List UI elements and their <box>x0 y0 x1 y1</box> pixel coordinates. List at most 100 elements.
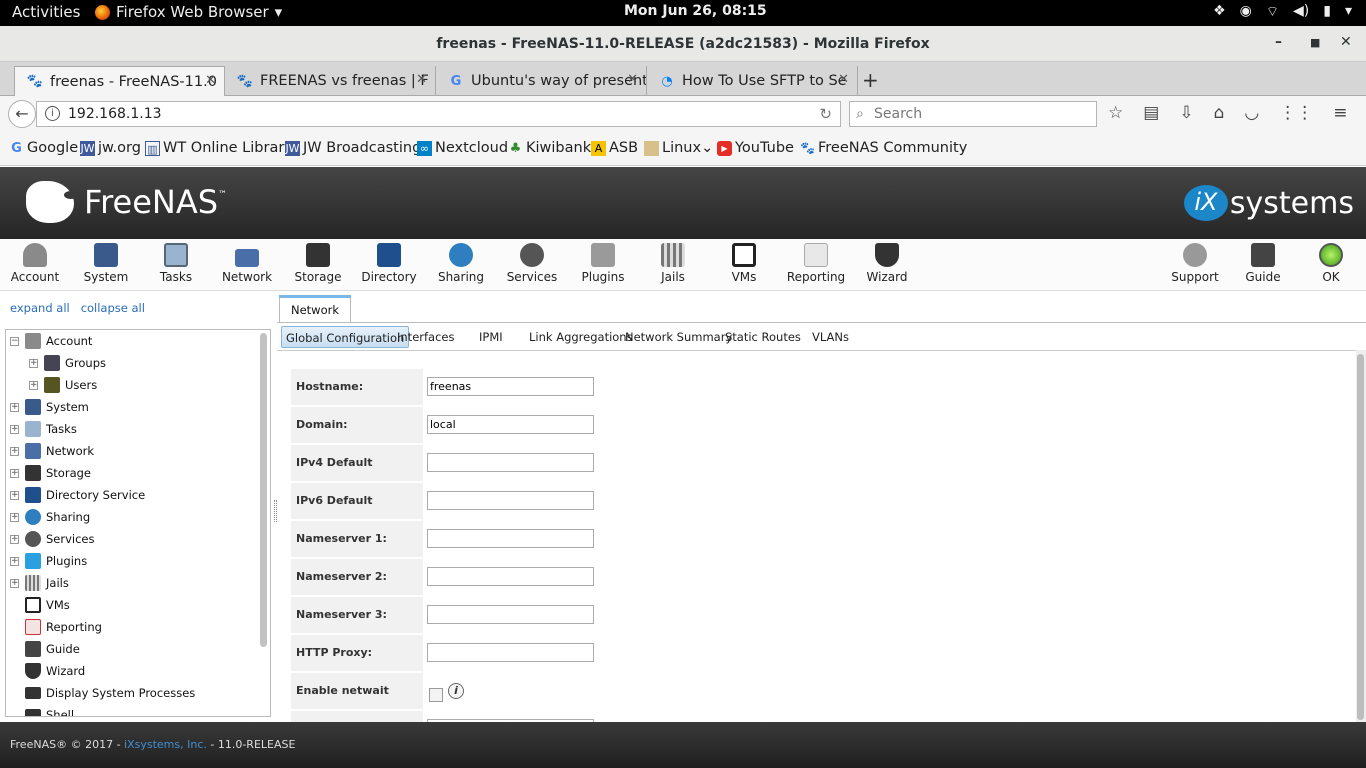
toolbar-account[interactable]: Account <box>0 243 70 284</box>
bookmark-nextcloud[interactable]: ∞ Nextcloud <box>417 140 508 156</box>
expand-toggle-icon[interactable]: + <box>10 556 19 566</box>
collapse-toggle-icon[interactable]: − <box>10 336 19 346</box>
apps-grid-icon[interactable]: ⋮⋮ <box>1279 103 1313 123</box>
expand-toggle-icon[interactable]: + <box>29 380 38 390</box>
toolbar-system[interactable]: System <box>71 243 141 284</box>
expand-toggle-icon[interactable]: + <box>10 446 19 456</box>
tree-node-users[interactable]: + Users <box>29 374 97 396</box>
expand-all-link[interactable]: expand all <box>10 301 70 315</box>
search-input[interactable]: ⌕ Search <box>849 101 1097 127</box>
reload-icon[interactable]: ↻ <box>819 102 832 126</box>
subtab-vlans[interactable]: VLANs <box>812 326 849 348</box>
back-button[interactable]: ← <box>8 100 36 128</box>
bookmark-star-icon[interactable]: ☆ <box>1108 103 1123 123</box>
nameserver-3-input[interactable] <box>427 605 594 624</box>
browser-tab-sftp[interactable]: ◔ How To Use SFTP to Se ✕ <box>647 66 858 96</box>
ixsystems-logo[interactable]: iX systems <box>1183 185 1354 221</box>
activities-button[interactable]: Activities <box>12 3 80 21</box>
tree-node-network[interactable]: + Network <box>10 440 94 462</box>
tree-node-directory-service[interactable]: + Directory Service <box>10 484 145 506</box>
help-info-icon[interactable]: i <box>448 683 464 699</box>
expand-toggle-icon[interactable]: + <box>10 534 19 544</box>
form-scrollbar[interactable] <box>1356 350 1366 722</box>
toolbar-services[interactable]: Services <box>497 243 567 284</box>
toolbar-ok-status[interactable]: OK <box>1296 243 1366 284</box>
bookmark-youtube[interactable]: ▶ YouTube <box>717 140 794 156</box>
tree-node-guide[interactable]: Guide <box>25 638 80 660</box>
tree-node-sharing[interactable]: + Sharing <box>10 506 90 528</box>
record-icon[interactable]: ◉ <box>1240 3 1252 21</box>
dropbox-icon[interactable]: ❖ <box>1213 3 1226 21</box>
tree-node-wizard[interactable]: Wizard <box>25 660 85 682</box>
maximize-icon[interactable]: ■ <box>1310 36 1320 49</box>
new-tab-button[interactable]: + <box>862 68 879 92</box>
tree-node-storage[interactable]: + Storage <box>10 462 91 484</box>
subtab-interfaces[interactable]: Interfaces <box>397 326 454 348</box>
toolbar-support[interactable]: Support <box>1160 243 1230 284</box>
tree-node-reporting[interactable]: Reporting <box>25 616 102 638</box>
browser-tab-freenas[interactable]: 🐾 freenas - FreeNAS-11.0 ✕ <box>14 66 225 96</box>
tree-node-shell[interactable]: Shell <box>25 704 74 716</box>
bookmark-kiwibank[interactable]: ♣ Kiwibank <box>508 140 591 156</box>
netwait-checkbox[interactable] <box>429 688 443 702</box>
tree-node-services[interactable]: + Services <box>10 528 95 550</box>
subtab-network-summary[interactable]: Network Summary <box>625 326 732 348</box>
toolbar-storage[interactable]: Storage <box>283 243 353 284</box>
hamburger-menu-icon[interactable]: ≡ <box>1333 103 1347 123</box>
ixsystems-link[interactable]: iXsystems, Inc. <box>124 738 207 751</box>
close-tab-icon[interactable]: ✕ <box>838 72 849 87</box>
tree-node-plugins[interactable]: + Plugins <box>10 550 87 572</box>
ipv4-gateway-input[interactable] <box>427 453 594 472</box>
expand-toggle-icon[interactable]: + <box>10 402 19 412</box>
close-tab-icon[interactable]: ✕ <box>205 73 216 88</box>
wifi-icon[interactable]: ⌔ <box>1266 3 1279 21</box>
bookmark-google[interactable]: G Google <box>9 140 78 156</box>
browser-tab-ubuntu[interactable]: G Ubuntu's way of present ✕ <box>436 66 647 96</box>
toolbar-vms[interactable]: VMs <box>709 243 779 284</box>
bookmark-jw-org[interactable]: JW jw.org <box>80 140 141 156</box>
bookmark-jw-broadcasting[interactable]: JW JW Broadcasting <box>285 140 421 156</box>
navigation-tree[interactable]: − Account + Groups + Users + System + Tasks +… <box>5 329 271 717</box>
subtab-link-aggregations[interactable]: Link Aggregations <box>529 326 633 348</box>
toolbar-directory[interactable]: Directory <box>354 243 424 284</box>
expand-toggle-icon[interactable]: + <box>10 512 19 522</box>
volume-icon[interactable]: ◀) <box>1293 3 1309 21</box>
home-icon[interactable]: ⌂ <box>1214 103 1225 123</box>
download-icon[interactable]: ⇩ <box>1179 103 1193 123</box>
close-icon[interactable]: ✕ <box>1340 34 1352 50</box>
toolbar-reporting[interactable]: Reporting <box>781 243 851 284</box>
app-menu[interactable]: Firefox Web Browser ▾ <box>95 3 282 21</box>
nameserver-1-input[interactable] <box>427 529 594 548</box>
freenas-logo[interactable]: FreeNAS ™ <box>26 181 227 223</box>
tab-network[interactable]: Network <box>279 295 351 323</box>
toolbar-wizard[interactable]: Wizard <box>852 243 922 284</box>
battery-icon[interactable]: ▮ <box>1323 3 1331 21</box>
collapse-all-link[interactable]: collapse all <box>81 301 145 315</box>
tree-node-system[interactable]: + System <box>10 396 89 418</box>
hostname-input[interactable]: freenas <box>427 377 594 396</box>
subtab-static-routes[interactable]: Static Routes <box>725 326 801 348</box>
minimize-icon[interactable]: – <box>1275 34 1282 50</box>
info-icon[interactable]: i <box>45 106 60 121</box>
clock[interactable]: Mon Jun 26, 08:15 <box>624 3 767 19</box>
system-tray[interactable]: ❖ ◉ ⌔ ◀) ▮ ▾ <box>1213 3 1352 21</box>
tree-node-vms[interactable]: VMs <box>25 594 70 616</box>
tree-node-account[interactable]: − Account <box>10 330 92 352</box>
close-tab-icon[interactable]: ✕ <box>416 72 427 87</box>
toolbar-guide[interactable]: Guide <box>1228 243 1298 284</box>
tree-node-groups[interactable]: + Groups <box>29 352 106 374</box>
reading-list-icon[interactable]: ▤ <box>1143 103 1159 123</box>
tree-node-tasks[interactable]: + Tasks <box>10 418 77 440</box>
toolbar-tasks[interactable]: Tasks <box>141 243 211 284</box>
expand-toggle-icon[interactable]: + <box>29 358 38 368</box>
http-proxy-input[interactable] <box>427 643 594 662</box>
subtab-ipmi[interactable]: IPMI <box>479 326 503 348</box>
tree-node-display-system-processes[interactable]: Display System Processes <box>25 682 195 704</box>
bookmark-freenas-community[interactable]: 🐾 FreeNAS Community <box>800 140 967 156</box>
chevron-down-icon[interactable]: ▾ <box>1345 3 1352 21</box>
expand-toggle-icon[interactable]: + <box>10 578 19 588</box>
form-scrollbar-thumb[interactable] <box>1357 354 1364 720</box>
tree-scrollbar[interactable] <box>260 333 267 647</box>
close-tab-icon[interactable]: ✕ <box>627 72 638 87</box>
bookmark-folder-linux[interactable]: Linux ⌄ <box>644 140 713 156</box>
